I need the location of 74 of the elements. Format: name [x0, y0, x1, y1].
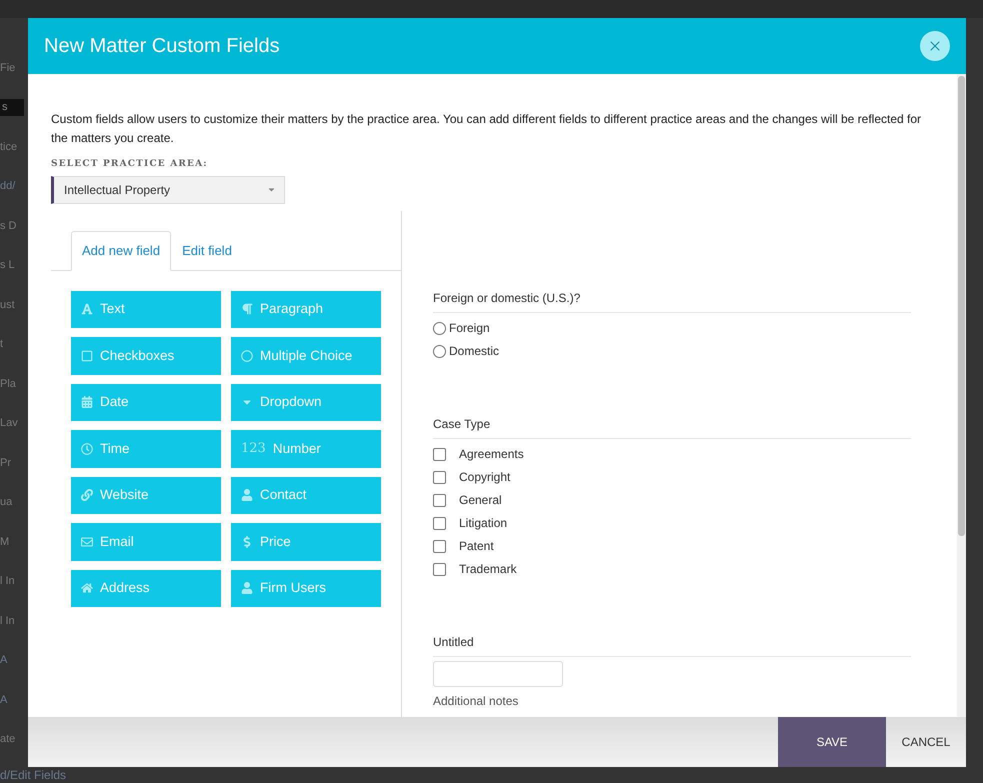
- font-icon: [81, 303, 93, 316]
- text-input-field[interactable]: [433, 660, 563, 686]
- field-type-button[interactable]: Firm Users: [231, 570, 381, 607]
- radio-button[interactable]: [433, 322, 446, 334]
- radio-label: Domestic: [449, 343, 500, 360]
- checkbox-label: Litigation: [459, 515, 508, 532]
- field-type-button[interactable]: Email: [71, 523, 221, 560]
- radio-label: Foreign: [449, 320, 490, 337]
- close-button[interactable]: [920, 31, 950, 61]
- dollar-icon: [241, 536, 253, 548]
- background-text-fragment: s: [0, 99, 24, 116]
- field-type-button[interactable]: Time: [71, 430, 221, 468]
- background-link-fragment: dd/: [0, 179, 16, 194]
- background-text-fragment: Fie: [0, 60, 16, 76]
- field-type-button[interactable]: 123 Number: [231, 430, 381, 468]
- calendar-icon: [81, 396, 93, 408]
- envelope-icon: [81, 536, 93, 548]
- tab[interactable]: Add new field: [71, 230, 172, 270]
- background-text-fragment: l In: [0, 614, 15, 628]
- checkbox[interactable]: [433, 562, 446, 576]
- checkbox-label: Trademark: [459, 561, 517, 578]
- background-text-fragment: tice: [0, 140, 18, 154]
- checkbox-label: Patent: [459, 538, 494, 555]
- intro-paragraph: Custom fields allow users to customize their matters by the practice area. You can add different fields to different practice areas and the changes will be reflected for the matters you create.: [51, 111, 922, 147]
- background-text-fragment: ust: [0, 298, 15, 312]
- field-label: Case Type: [433, 414, 911, 438]
- background-text-fragment: s D: [0, 218, 16, 234]
- background-text-fragment: l In: [0, 574, 15, 589]
- cancel-button[interactable]: CANCEL: [886, 717, 966, 767]
- window-title: New Matter Custom Fields: [44, 34, 280, 59]
- paragraph-icon: [241, 303, 253, 316]
- link-icon: [81, 489, 93, 502]
- person-icon: [241, 489, 253, 502]
- save-button[interactable]: SAVE: [778, 717, 886, 767]
- background-text-fragment: ate: [0, 732, 16, 747]
- field-type-button[interactable]: Dropdown: [231, 384, 381, 421]
- help-text: Additional notes: [433, 692, 520, 710]
- house-icon: [81, 582, 93, 594]
- field-label: Foreign or domestic (U.S.)?: [433, 288, 911, 312]
- checkbox[interactable]: [433, 516, 446, 530]
- field-type-button[interactable]: Multiple Choice: [231, 337, 381, 374]
- scrollbar[interactable]: [957, 74, 966, 717]
- select-label: SELECT PRACTICE AREA:: [51, 158, 209, 171]
- background-link-fragment: A: [0, 653, 8, 668]
- background-text-fragment: M: [0, 534, 10, 550]
- number-glyph-icon: 123: [241, 439, 266, 458]
- field-type-button[interactable]: Checkboxes: [71, 337, 221, 374]
- clock-icon: [81, 442, 93, 455]
- background-text-fragment: Pla: [0, 376, 16, 392]
- tab[interactable]: Edit field: [171, 230, 243, 270]
- checkbox-label: Copyright: [459, 469, 510, 486]
- checkbox-label: Agreements: [459, 446, 524, 463]
- background-text-fragment: Pr: [0, 456, 11, 470]
- background-text-fragment: Lav: [0, 416, 18, 431]
- field-type-button[interactable]: Date: [71, 384, 221, 421]
- field-type-button[interactable]: Address: [71, 570, 221, 607]
- checkbox-label: General: [459, 492, 502, 509]
- checkbox[interactable]: [433, 540, 446, 552]
- background-link-fragment: A: [0, 692, 8, 708]
- background-text-fragment: ua: [0, 495, 12, 510]
- person-icon: [241, 582, 253, 594]
- field-type-button[interactable]: Price: [231, 523, 381, 560]
- background-text-fragment: t: [0, 337, 4, 352]
- checkbox[interactable]: [433, 470, 446, 484]
- background-text-fragment: s L: [0, 258, 15, 273]
- practice-area-select[interactable]: Intellectual Property: [51, 176, 285, 204]
- field-type-button[interactable]: Paragraph: [231, 290, 381, 328]
- field-label: Untitled: [433, 632, 911, 656]
- field-type-button[interactable]: Text: [71, 290, 221, 328]
- field-type-button[interactable]: Website: [71, 476, 221, 514]
- checkbox[interactable]: [433, 448, 446, 460]
- field-type-button[interactable]: Contact: [231, 476, 381, 514]
- checkbox[interactable]: [433, 494, 446, 506]
- radio-button[interactable]: [433, 344, 446, 358]
